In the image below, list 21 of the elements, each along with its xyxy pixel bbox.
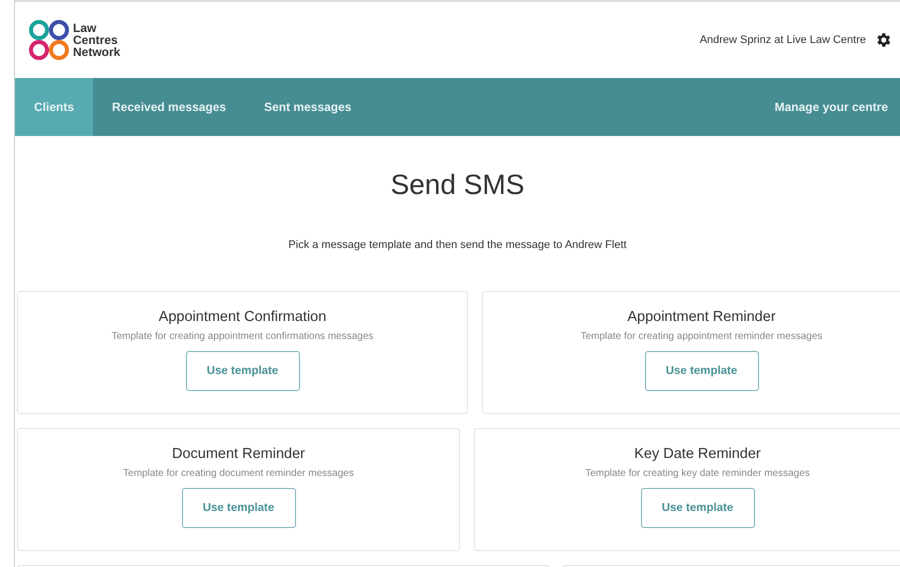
nav-tab[interactable]: Clients [15,78,94,136]
nav-tab[interactable]: Sent messages [245,78,370,136]
card-description: Template for creating document reminder messages [123,468,354,479]
use-template-button[interactable]: Use template [640,488,754,528]
page-heading: Send SMS [390,168,526,201]
card-description: Template for creating key date reminder messages [585,468,810,479]
page-subtitle: Pick a message template and then send the message to Andrew Flett [287,239,628,251]
brand-name: Law Centres Network [73,22,120,58]
logo-icon [27,18,71,62]
nav-tab[interactable]: Received messages [93,78,246,136]
card-title: Document Reminder [172,446,305,462]
card-title: Appointment Confirmation [158,309,326,325]
use-template-button[interactable]: Use template [182,488,296,528]
card-title: Appointment Reminder [627,309,776,325]
card-title: Key Date Reminder [634,446,761,462]
card-description: Template for creating appointment confirmations messages [112,331,374,342]
user-label: Andrew Sprinz at Live Law Centre [700,34,866,46]
nav-link[interactable]: Manage your centre [756,78,900,136]
use-template-button[interactable]: Use template [644,351,758,391]
use-template-button[interactable]: Use template [186,351,300,391]
card-description: Template for creating appointment reminder messages [580,331,822,342]
